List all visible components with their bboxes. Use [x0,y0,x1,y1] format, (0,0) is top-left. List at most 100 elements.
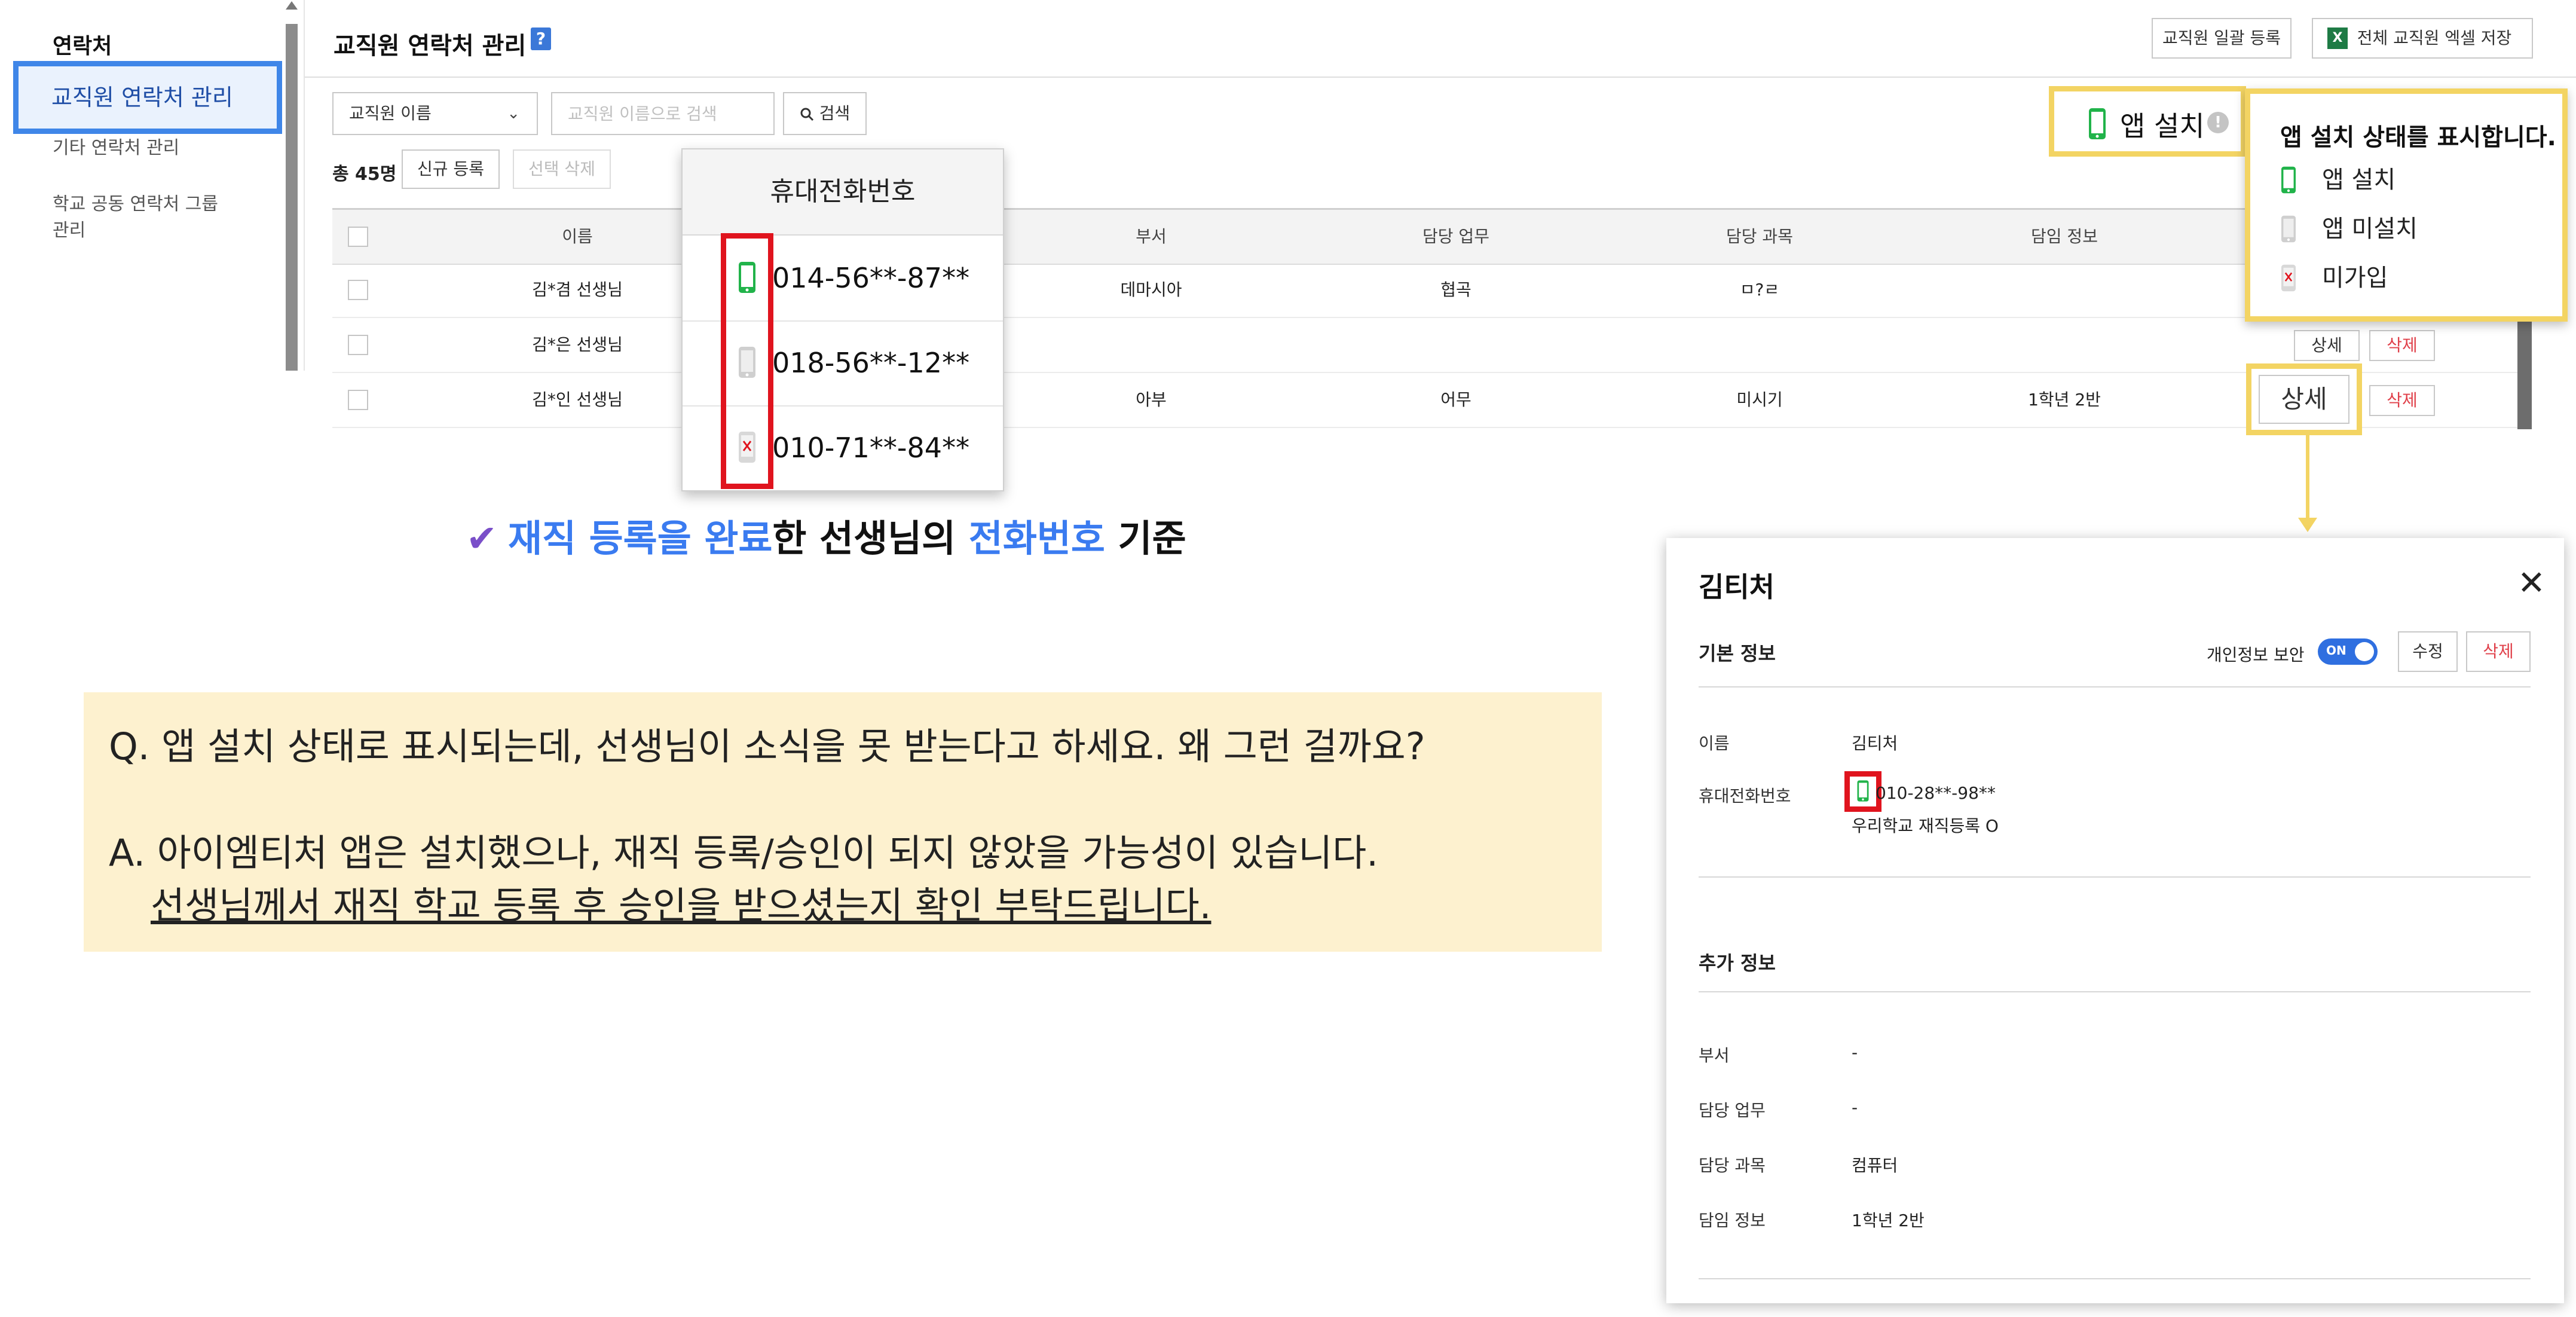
phone-number: 018-56**-12** [772,347,970,379]
row-name: 김*은 선생님 [532,335,623,355]
info-icon[interactable]: ! [2207,112,2229,133]
subject-label: 담당 과목 [1699,1156,1766,1175]
app-status-legend: 앱 설치 상태를 표시합니다. 앱 설치 앱 미설치 미가입 [2245,88,2568,322]
toggle-knob [2355,642,2374,661]
search-input[interactable] [551,92,775,135]
caption-highlight: 재직 등록을 완료 [507,517,773,560]
section-divider [1699,1278,2531,1279]
header-duty: 담당 업무 [1422,227,1489,246]
row-subject: 미시기 [1736,390,1783,410]
delete-selected-button[interactable]: 선택 삭제 [513,149,611,189]
caption-text-end: 기준 [1105,517,1186,560]
basic-info-heading: 기본 정보 [1699,642,1776,665]
phone-installed-icon [2089,108,2106,139]
delete-button[interactable]: 삭제 [2369,330,2435,361]
row-duty: 어무 [1440,390,1471,410]
total-count: 총 45명 [332,164,397,185]
caption: ✔ 재직 등록을 완료한 선생님의 전화번호 기준 [466,508,1186,562]
popover-title: 휴대전화번호 [683,149,1003,236]
qa-answer-note: 선생님께서 재직 학교 등록 후 승인을 받으셨는지 확인 부탁드립니다. [151,884,1211,927]
delete-button[interactable]: 삭제 [2466,631,2531,672]
sidebar-scrollbar[interactable] [286,24,298,371]
checkmark-icon: ✔ [466,517,497,560]
qa-question: Q. 앱 설치 상태로 표시되는데, 선생님이 소식을 못 받는다고 하세요. … [109,725,1425,768]
section-divider [1699,686,2531,687]
page-title: 교직원 연락처 관리 [334,32,527,60]
dept-label: 부서 [1699,1046,1730,1065]
legend-label: 앱 설치 [2322,166,2396,194]
row-name: 김*인 선생님 [532,390,623,410]
name-value: 김티처 [1852,734,1898,753]
row-checkbox[interactable] [348,335,368,355]
sidebar-title: 연락처 [53,34,112,59]
privacy-toggle[interactable]: ON [2318,638,2378,665]
toggle-on-label: ON [2326,643,2346,658]
status-icons-highlight [721,233,773,489]
row-checkbox[interactable] [348,280,368,300]
sidebar-item-shared-groups[interactable]: 학교 공동 연락처 그룹 관리 [53,191,218,244]
search-button[interactable]: 검색 [783,92,867,135]
chevron-down-icon: ⌄ [507,105,520,123]
header-homeroom: 담임 정보 [2031,227,2098,246]
header-divider [305,77,2576,78]
homeroom-value: 1학년 2반 [1852,1211,1925,1230]
arrow-down-icon [2298,518,2317,532]
dept-value: - [1852,1043,1858,1062]
excel-save-label: 전체 교직원 엑셀 저장 [2357,28,2512,48]
row-homeroom [1975,263,2154,317]
extra-info-heading: 추가 정보 [1699,952,1776,974]
header-subject: 담당 과목 [1726,227,1793,246]
row-dept: 데마시아 [1120,280,1182,300]
duty-value: - [1852,1098,1858,1117]
caption-text: 한 선생님의 [772,517,969,560]
search-field-select[interactable]: 교직원 이름 ⌄ [332,92,538,135]
section-divider [1699,876,2531,878]
legend-label: 미가입 [2322,264,2388,292]
row-name: 김*겸 선생님 [532,280,623,300]
close-icon[interactable]: ✕ [2517,567,2546,600]
homeroom-label: 담임 정보 [1699,1211,1766,1230]
phone-label: 휴대전화번호 [1699,786,1791,806]
school-registration-link[interactable]: 우리학교 재직등록 O [1852,813,1999,837]
new-register-button[interactable]: 신규 등록 [402,149,500,189]
caption-highlight-phone: 전화번호 [968,517,1105,560]
table-row[interactable]: 김*은 선생님 상세 삭제 [332,318,2532,373]
row-homeroom: 1학년 2반 [2028,390,2101,410]
excel-icon: X [2327,27,2348,49]
scroll-up-arrow-icon[interactable] [286,1,298,10]
phone-not-installed-icon [2281,215,2296,243]
select-all-checkbox[interactable] [348,227,368,247]
search-field-value: 교직원 이름 [349,103,432,123]
qa-answer: A. 아이엠티처 앱은 설치했으나, 재직 등록/승인이 되지 않았을 가능성이… [109,831,1378,875]
legend-label: 앱 미설치 [2322,215,2418,243]
section-divider [1699,991,2531,992]
phone-number: 014-56**-87** [772,262,970,294]
bulk-register-button[interactable]: 교직원 일괄 등록 [2152,18,2292,59]
phone-number: 010-71**-84** [772,432,970,464]
edit-button[interactable]: 수정 [2398,631,2458,672]
app-status-indicator[interactable]: 앱 설치 ! [2049,86,2246,157]
panel-title: 김티처 [1699,571,1775,603]
table-header: 이름 부서 담당 업무 담당 과목 담임 정보 [332,208,2532,265]
phone-value: 010-28**-98** [1876,783,1996,803]
excel-save-button[interactable]: X 전체 교직원 엑셀 저장 [2312,18,2533,59]
detail-button[interactable]: 상세 [2259,375,2349,424]
app-status-label: 앱 설치 [2120,110,2205,142]
connector-line [2306,430,2309,520]
delete-button[interactable]: 삭제 [2369,385,2435,416]
row-duty: 협곡 [1440,280,1471,300]
row-checkbox[interactable] [348,390,368,410]
qa-box: Q. 앱 설치 상태로 표시되는데, 선생님이 소식을 못 받는다고 하세요. … [84,692,1602,952]
sidebar-item-staff-contacts[interactable]: 교직원 연락처 관리 [13,61,282,134]
help-icon[interactable]: ? [531,27,551,50]
legend-title: 앱 설치 상태를 표시합니다. [2280,124,2556,151]
privacy-label: 개인정보 보안 [2207,645,2305,665]
sidebar-item-label-cont: 관리 [53,220,86,241]
detail-button[interactable]: 상세 [2294,330,2360,361]
detail-button-highlight: 상세 [2246,363,2362,435]
header-name: 이름 [562,227,593,246]
sidebar-divider [304,0,305,371]
sidebar-item-other-contacts[interactable]: 기타 연락처 관리 [53,135,179,161]
table-row[interactable]: 김*인 선생님 아부 어무 미시기 1학년 2반 삭제 [332,373,2532,428]
table-row[interactable]: 김*겸 선생님 데마시아 협곡 ㅁ?ㄹ [332,263,2532,318]
